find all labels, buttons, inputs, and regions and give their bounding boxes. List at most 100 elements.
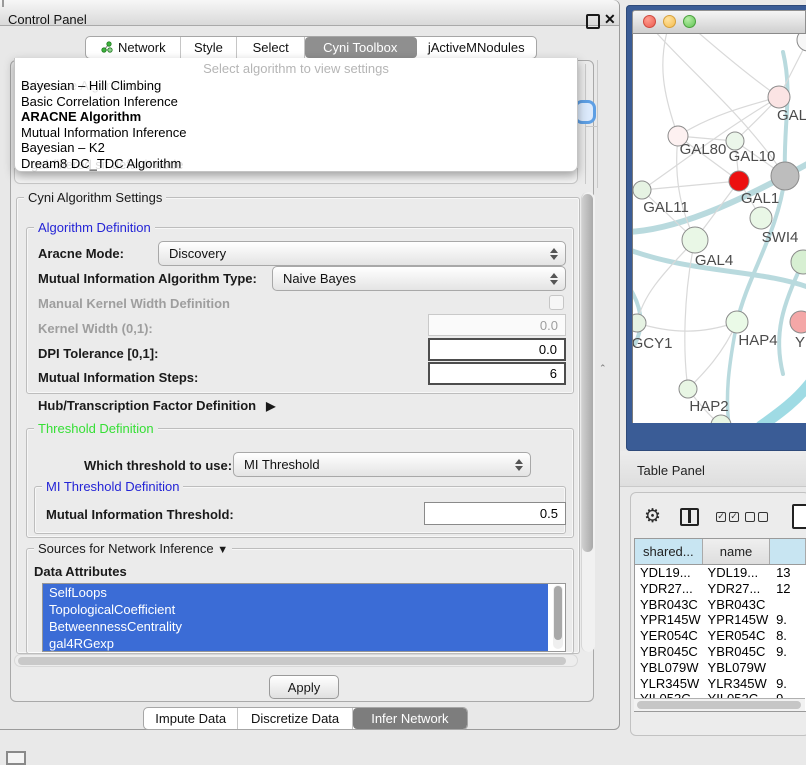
network-node-gal[interactable] — [768, 86, 790, 108]
zoom-traffic-light[interactable] — [683, 15, 696, 28]
node-label-hap2: HAP2 — [689, 398, 728, 415]
node-attribute-table[interactable]: shared...name YDL19... YDL19... 13 YDR27… — [634, 538, 806, 712]
kernel-width-field[interactable]: 0.0 — [428, 314, 566, 336]
attributes-list-scrollbar-thumb[interactable] — [554, 586, 562, 640]
node-label-swi4: SWI4 — [762, 229, 799, 246]
mi-threshold-definition-title: MI Threshold Definition — [42, 479, 183, 494]
settings-horizontal-scrollbar-thumb[interactable] — [18, 657, 566, 665]
table-column-header[interactable]: shared... — [635, 539, 703, 564]
document-icon[interactable] — [792, 504, 806, 529]
table-row[interactable]: YDR27... YDR27... 12 — [635, 581, 806, 597]
network-node-y[interactable] — [790, 311, 806, 333]
data-attribute-item[interactable]: SelfLoops — [43, 584, 548, 601]
close-traffic-light[interactable] — [643, 15, 656, 28]
table-row[interactable]: YLR345W YLR345W 9. — [635, 676, 806, 692]
network-node-gal1[interactable] — [729, 171, 749, 191]
network-node-gal11[interactable] — [633, 181, 651, 199]
settings-vertical-scrollbar-thumb[interactable] — [582, 194, 593, 552]
unchecked-checkbox-icon[interactable] — [745, 512, 755, 522]
which-threshold-combobox[interactable]: MI Threshold — [233, 452, 531, 477]
mi-steps-field[interactable]: 6 — [428, 362, 566, 385]
tab-impute-data[interactable]: Impute Data — [144, 708, 238, 729]
tab-discretize-data[interactable]: Discretize Data — [238, 708, 352, 729]
network-icon — [100, 41, 113, 54]
apply-button[interactable]: Apply — [269, 675, 339, 699]
mi-threshold-field[interactable]: 0.5 — [424, 502, 566, 525]
data-attribute-item[interactable]: gal4RGexp — [43, 635, 548, 652]
expand-right-icon[interactable]: ▶ — [266, 399, 275, 413]
aracne-mode-combobox[interactable]: Discovery — [158, 241, 566, 266]
split-columns-icon[interactable] — [680, 508, 699, 526]
table-cell: YDR27... — [703, 581, 771, 597]
table-column-header[interactable]: name — [703, 539, 771, 564]
network-node-gal4[interactable] — [682, 227, 708, 253]
algorithm-option-bayesian-hill-climbing[interactable]: Bayesian – Hill Climbing — [15, 78, 577, 94]
tab-network[interactable]: Network — [86, 37, 181, 58]
tab-style[interactable]: Style — [181, 37, 238, 58]
table-row[interactable]: YBR045C YBR045C 9. — [635, 644, 806, 660]
close-icon[interactable]: ✕ — [604, 11, 616, 28]
unchecked-checkbox-icon[interactable] — [758, 512, 768, 522]
data-attribute-item[interactable]: TopologicalCoefficient — [43, 601, 548, 618]
mi-algorithm-type-combobox[interactable]: Naive Bayes — [272, 266, 566, 291]
partial-icon-fragment — [6, 751, 26, 765]
table-row[interactable]: YDL19... YDL19... 13 — [635, 565, 806, 581]
network-node-hap4[interactable] — [726, 311, 748, 333]
collapse-down-icon[interactable]: ▼ — [217, 544, 228, 556]
control-panel-tabstrip: Network Style Select — [85, 36, 537, 59]
table-cell: 9. — [770, 612, 806, 628]
table-row[interactable]: YER054C YER054C 8. — [635, 628, 806, 644]
network-node-gcy1[interactable] — [633, 314, 646, 332]
mi-type-value: Naive Bayes — [273, 271, 547, 286]
table-column-header[interactable] — [770, 539, 806, 564]
tab-label: Style — [194, 40, 223, 55]
tab-cyni-toolbox[interactable]: Cyni Toolbox — [305, 37, 417, 58]
network-node[interactable] — [771, 162, 799, 190]
algorithm-option-dream8-dc-tdc-algorithm[interactable]: Dream8 DC_TDC Algorithm — [15, 156, 577, 172]
table-cell: YPR145W — [635, 612, 703, 628]
kernel-width-label: Kernel Width (0,1): — [38, 321, 153, 336]
tab-jactivemnodules[interactable]: jActiveMNodules — [417, 37, 536, 58]
table-horizontal-scrollbar-thumb[interactable] — [637, 701, 801, 709]
background-groupbox-line — [597, 60, 598, 188]
dpi-tolerance-field[interactable]: 0.0 — [428, 338, 566, 361]
popup-placeholder: Select algorithm to view settings — [15, 58, 577, 76]
cyni-algorithm-settings-title: Cyni Algorithm Settings — [24, 190, 166, 205]
float-window-icon[interactable] — [586, 14, 600, 29]
table-cell: YBR045C — [703, 644, 771, 660]
tab-select[interactable]: Select — [237, 37, 305, 58]
network-node[interactable] — [797, 34, 806, 51]
table-row[interactable]: YBR043C YBR043C — [635, 597, 806, 613]
manual-kernel-label: Manual Kernel Width Definition — [38, 296, 230, 311]
node-label-hap4: HAP4 — [738, 332, 777, 349]
aracne-mode-label: Aracne Mode: — [38, 246, 124, 261]
algorithm-option-bayesian-k2[interactable]: Bayesian – K2 — [15, 140, 577, 156]
tab-label: jActiveMNodules — [428, 40, 525, 55]
gear-icon[interactable]: ⚙ — [644, 505, 661, 527]
panel-divider-grip[interactable]: ⌃ — [599, 363, 607, 374]
network-node-swi4[interactable] — [750, 207, 772, 229]
node-label-gal80: GAL80 — [680, 141, 727, 158]
algorithm-option-basic-correlation-inference[interactable]: Basic Correlation Inference — [15, 94, 577, 110]
algorithm-option-mutual-information-inference[interactable]: Mutual Information Inference — [15, 125, 577, 141]
tab-infer-network[interactable]: Infer Network — [353, 708, 467, 729]
table-cell: 9. — [770, 644, 806, 660]
network-node[interactable] — [791, 250, 806, 274]
table-cell: YLR345W — [635, 676, 703, 692]
data-attribute-item[interactable]: BetweennessCentrality — [43, 618, 548, 635]
table-row[interactable]: YBL079W YBL079W — [635, 660, 806, 676]
checked-checkbox-icon[interactable]: ✓ — [729, 512, 739, 522]
network-node-hap2[interactable] — [679, 380, 697, 398]
table-row[interactable]: YPR145W YPR145W 9. — [635, 612, 806, 628]
network-canvas[interactable]: GALGAL80GAL10GAL1GAL11SWI4GAL4GCY1HAP4YH… — [632, 34, 806, 423]
data-attributes-list[interactable]: SelfLoopsTopologicalCoefficientBetweenne… — [42, 583, 566, 652]
network-window-titlebar[interactable] — [632, 10, 806, 34]
sources-title[interactable]: Sources for Network Inference ▼ — [34, 541, 232, 556]
manual-kernel-checkbox[interactable] — [549, 295, 564, 310]
bottom-tabstrip: Impute Data Discretize Data Infer Networ… — [143, 707, 468, 730]
hub-definition-toggle[interactable]: Hub/Transcription Factor Definition▶ — [38, 398, 275, 413]
algorithm-option-aracne-algorithm[interactable]: ARACNE Algorithm — [15, 109, 577, 125]
table-cell: YBL079W — [703, 660, 771, 676]
minimize-traffic-light[interactable] — [663, 15, 676, 28]
checked-checkbox-icon[interactable]: ✓ — [716, 512, 726, 522]
